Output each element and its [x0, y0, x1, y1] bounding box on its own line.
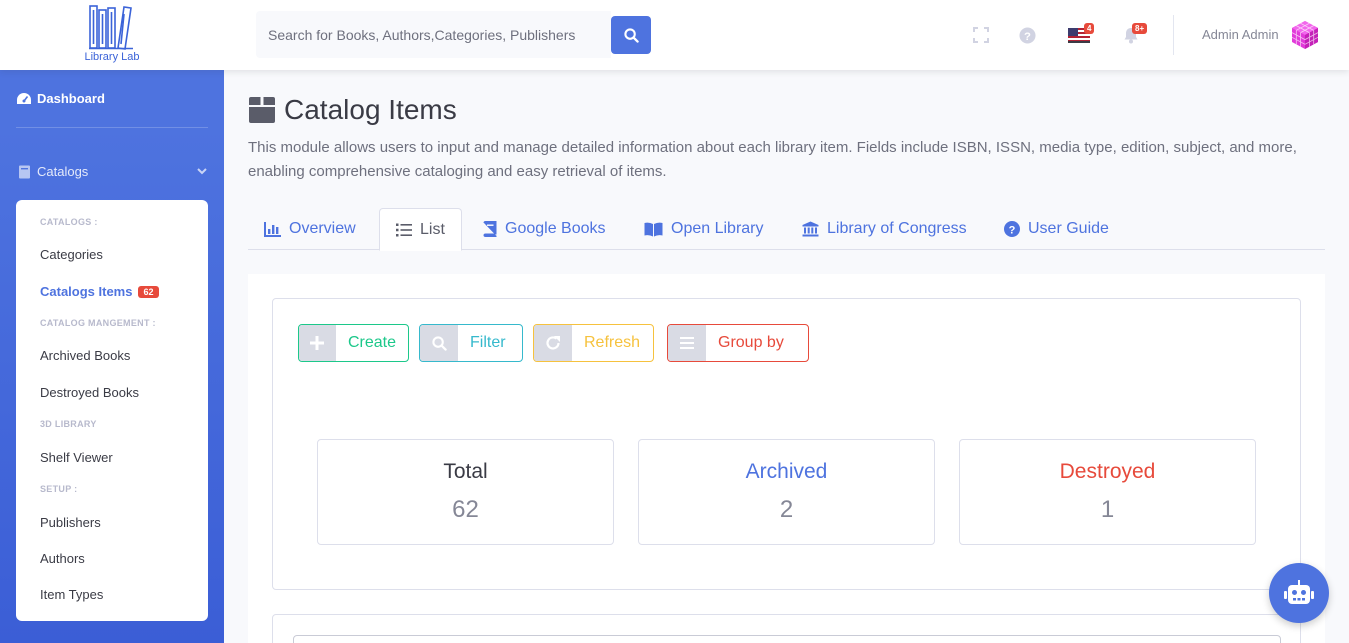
logo[interactable]: Library Lab: [80, 4, 144, 68]
tab-google-books[interactable]: Google Books: [483, 208, 606, 250]
alerts-badge: 8+: [1132, 23, 1148, 34]
refresh-button[interactable]: Refresh: [533, 324, 654, 362]
fullscreen-button[interactable]: [970, 24, 992, 46]
filter-button[interactable]: Filter: [419, 324, 523, 362]
stat-destroyed: Destroyed 1: [959, 439, 1256, 545]
box-icon: [249, 97, 275, 123]
submenu-item-destroyed-books[interactable]: Destroyed Books: [40, 385, 139, 400]
book-open-icon: [644, 222, 663, 236]
page-title-text: Catalog Items: [284, 94, 457, 125]
stat-value: 1: [1100, 496, 1115, 523]
group-by-button[interactable]: Group by: [667, 324, 809, 362]
create-button[interactable]: Create: [298, 324, 409, 362]
expand-icon: [973, 27, 989, 43]
sidebar: Dashboard Catalogs CATALOGS : Categories…: [0, 70, 224, 643]
sidebar-divider: [16, 127, 208, 128]
stat-value: 62: [452, 496, 479, 523]
svg-text:?: ?: [1009, 224, 1016, 236]
group-by-label: Group by: [718, 334, 784, 351]
search-input[interactable]: [256, 11, 611, 58]
topbar: Library Lab ? 4: [0, 0, 1349, 70]
landmark-icon: [802, 221, 819, 237]
alerts-button[interactable]: 8+: [1120, 23, 1148, 46]
refresh-label: Refresh: [584, 334, 641, 351]
logo-text: Library Lab: [84, 51, 140, 63]
stat-archived: Archived 2: [638, 439, 935, 545]
stat-title: Total: [443, 460, 488, 483]
catalogs-submenu: CATALOGS : Categories Catalogs Items 62 C…: [16, 200, 208, 621]
cube-avatar-icon: [1291, 21, 1319, 49]
submenu-item-item-types[interactable]: Item Types: [40, 587, 103, 602]
language-button[interactable]: 4: [1067, 23, 1095, 46]
chart-bar-icon: [264, 221, 281, 237]
submenu-item-label: Catalogs Items: [40, 284, 133, 299]
language-badge: 4: [1084, 23, 1095, 34]
submenu-header-catalogs: CATALOGS :: [40, 217, 98, 227]
books-logo-icon: [89, 5, 133, 50]
stat-value: 2: [779, 496, 794, 523]
help-button[interactable]: ?: [1016, 24, 1038, 46]
chevron-down-icon: [197, 168, 207, 175]
sidebar-item-dashboard[interactable]: Dashboard: [16, 91, 105, 106]
submenu-item-categories[interactable]: Categories: [40, 247, 103, 262]
tab-label: User Guide: [1028, 220, 1109, 237]
plus-icon: [299, 325, 336, 361]
list-icon: [396, 223, 412, 236]
robot-icon: [1284, 580, 1314, 604]
submenu-item-shelf-viewer[interactable]: Shelf Viewer: [40, 450, 113, 465]
table-top-border: [293, 635, 1281, 643]
submenu-item-archived-books[interactable]: Archived Books: [40, 348, 130, 363]
sidebar-item-label: Catalogs: [37, 164, 89, 179]
tab-user-guide[interactable]: ? User Guide: [1004, 208, 1109, 250]
avatar[interactable]: [1290, 20, 1320, 50]
svg-text:?: ?: [1024, 30, 1031, 42]
tachometer-icon: [17, 92, 31, 104]
chatbot-button[interactable]: [1269, 563, 1329, 623]
stat-title: Archived: [745, 460, 828, 483]
book-icon: [483, 221, 497, 237]
filter-label: Filter: [470, 334, 506, 351]
tab-label: Google Books: [505, 220, 606, 237]
tab-bar: Overview List Google Books Open Library: [248, 208, 1325, 251]
sidebar-item-catalogs[interactable]: Catalogs: [18, 164, 208, 179]
tab-library-of-congress[interactable]: Library of Congress: [802, 208, 967, 250]
tab-label: Library of Congress: [827, 220, 967, 237]
submenu-header-management: CATALOG MANGEMENT :: [40, 318, 156, 328]
tab-list[interactable]: List: [379, 208, 462, 251]
book-icon: [19, 165, 30, 178]
stat-total: Total 62: [317, 439, 614, 545]
tab-overview[interactable]: Overview: [264, 208, 356, 250]
user-name[interactable]: Admin Admin: [1202, 27, 1279, 42]
submenu-header-setup: SETUP :: [40, 484, 78, 494]
question-circle-icon: ?: [1018, 26, 1036, 44]
tab-label: Open Library: [671, 220, 764, 237]
search-icon: [420, 325, 458, 361]
tab-label: List: [420, 220, 445, 238]
submenu-header-3d-library: 3D LIBRARY: [40, 419, 97, 429]
topbar-divider: [1173, 15, 1174, 55]
search-icon: [623, 27, 639, 43]
tab-open-library[interactable]: Open Library: [644, 208, 764, 250]
submenu-item-publishers[interactable]: Publishers: [40, 515, 101, 530]
refresh-icon: [534, 325, 572, 361]
sidebar-item-label: Dashboard: [37, 91, 105, 106]
page-description: This module allows users to input and ma…: [248, 139, 1297, 180]
page-title: Catalog Items: [248, 94, 457, 126]
submenu-item-catalog-items[interactable]: Catalogs Items 62: [40, 284, 159, 299]
tab-label: Overview: [289, 220, 356, 237]
stat-title: Destroyed: [1059, 460, 1156, 483]
question-circle-icon: ?: [1004, 221, 1020, 237]
bars-icon: [668, 325, 706, 361]
create-label: Create: [347, 334, 396, 351]
count-badge: 62: [138, 286, 159, 298]
submenu-item-authors[interactable]: Authors: [40, 551, 85, 566]
search-button[interactable]: [611, 16, 651, 54]
table-card: [272, 614, 1301, 643]
